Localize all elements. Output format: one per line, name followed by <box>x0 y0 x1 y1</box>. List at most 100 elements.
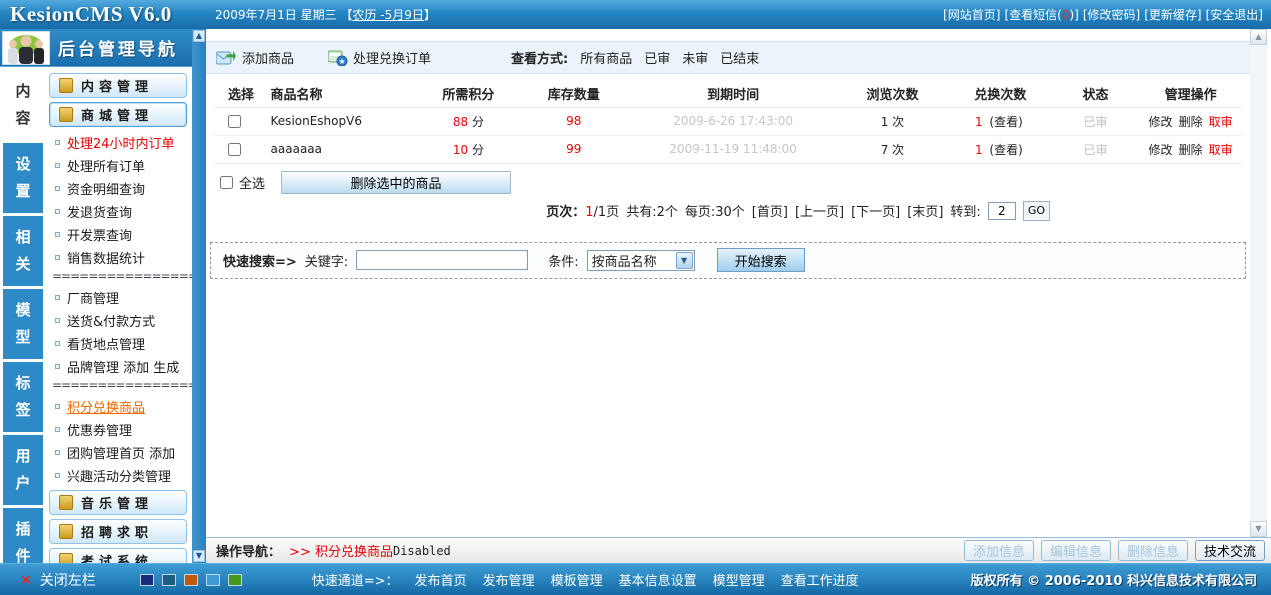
breadcrumb-suffix: Disabled <box>393 544 451 558</box>
splitter-down-arrow-icon[interactable]: ▼ <box>193 550 205 562</box>
site-home-link[interactable]: [网站首页] <box>943 6 1000 23</box>
splitter-up-arrow-icon[interactable]: ▲ <box>193 30 205 42</box>
rail-tab-models[interactable]: 模型 <box>3 289 43 359</box>
change-password-link[interactable]: [修改密码] <box>1083 6 1140 23</box>
lunar-bracket-close: 】 <box>424 8 436 22</box>
quick-link-publish-home[interactable]: 发布首页 <box>415 570 467 589</box>
exam-system-button[interactable]: 考试系统 <box>49 548 187 563</box>
menu-item-all-orders[interactable]: 处理所有订单 <box>46 154 192 177</box>
scroll-down-arrow-icon[interactable]: ▼ <box>1250 521 1267 537</box>
last-page-link[interactable]: [末页] <box>907 201 943 220</box>
lunar-date-link[interactable]: 农历 -5月9日 <box>352 8 423 22</box>
theme-swatch-lightblue[interactable] <box>206 574 220 586</box>
sms-link-close: )] <box>1070 8 1079 22</box>
tech-exchange-button[interactable]: 技术交流 <box>1195 540 1265 561</box>
menu-item-orders-24h[interactable]: 处理24小时内订单 <box>46 131 192 154</box>
row-checkbox[interactable] <box>228 143 241 156</box>
delete-link[interactable]: 删除 <box>1179 115 1203 129</box>
rail-tab-users[interactable]: 用户 <box>3 435 43 505</box>
top-header: KesionCMS V6.0 2009年7月1日 星期三 【农历 -5月9日】 … <box>0 0 1271 29</box>
rail-tab-plugins[interactable]: 插件 <box>3 508 43 563</box>
view-ended-link[interactable]: 已结束 <box>720 48 759 67</box>
first-page-link[interactable]: [首页] <box>752 201 788 220</box>
menu-item-shipping-returns[interactable]: 发退货查询 <box>46 200 192 223</box>
start-search-button[interactable]: 开始搜索 <box>717 248 805 272</box>
menu-item-brand-manage[interactable]: 品牌管理 添加 生成 <box>46 355 192 378</box>
menu-divider: ==================== <box>46 378 192 395</box>
close-sidebar-link[interactable]: 关闭左栏 <box>40 570 96 590</box>
menu-item-invoice-query[interactable]: 开发票查询 <box>46 223 192 246</box>
revoke-approval-link[interactable]: 取审 <box>1209 115 1233 129</box>
view-mode-label: 查看方式: <box>511 48 568 67</box>
sidebar-rail: 内容 设置 相关 模型 标签 用户 插件 <box>0 67 46 563</box>
quick-link-basic-settings[interactable]: 基本信息设置 <box>619 570 697 589</box>
theme-swatch-orange[interactable] <box>184 574 198 586</box>
sidebar-title: 后台管理导航 <box>58 35 178 60</box>
menu-item-delivery-payment[interactable]: 送货&付款方式 <box>46 309 192 332</box>
rail-tab-content[interactable]: 内容 <box>3 70 43 140</box>
theme-swatch-navy[interactable] <box>140 574 154 586</box>
scroll-up-arrow-icon[interactable]: ▲ <box>1250 29 1267 45</box>
edit-link[interactable]: 修改 <box>1149 143 1173 157</box>
add-info-button[interactable]: 添加信息 <box>964 540 1034 561</box>
goto-page-input[interactable] <box>988 202 1016 220</box>
add-product-button[interactable]: 添加商品 <box>216 48 294 67</box>
quick-link-model-manage[interactable]: 模型管理 <box>713 570 765 589</box>
quick-link-work-progress[interactable]: 查看工作进度 <box>781 570 859 589</box>
sms-count-badge: 0 <box>1062 8 1070 22</box>
close-icon[interactable]: × <box>20 572 32 588</box>
theme-swatch-green[interactable] <box>228 574 242 586</box>
svg-text:★: ★ <box>338 57 345 66</box>
exchange-view-link[interactable]: (查看) <box>989 115 1022 129</box>
menu-item-activity-category[interactable]: 兴趣活动分类管理 <box>46 464 192 487</box>
select-all-label[interactable]: 全选 <box>239 173 265 192</box>
main-scrollbar[interactable]: ▲ ▼ <box>1250 29 1267 537</box>
menu-item-groupbuy-manage[interactable]: 团购管理首页 添加 <box>46 441 192 464</box>
quick-link-template-manage[interactable]: 模板管理 <box>551 570 603 589</box>
content-manage-button[interactable]: 内容管理 <box>49 73 187 98</box>
exchange-view-link[interactable]: (查看) <box>989 143 1022 157</box>
menu-item-sales-stats[interactable]: 销售数据统计 <box>46 246 192 269</box>
edit-info-button[interactable]: 编辑信息 <box>1041 540 1111 561</box>
rail-tab-related[interactable]: 相关 <box>3 216 43 286</box>
quick-search-label: 快速搜索=> <box>223 251 297 270</box>
button-label: 招聘求职 <box>81 522 153 541</box>
menu-item-points-exchange[interactable]: 积分兑换商品 <box>46 395 192 418</box>
keyword-input[interactable] <box>356 250 528 270</box>
menu-item-funds-query[interactable]: 资金明细查询 <box>46 177 192 200</box>
sidebar-splitter[interactable]: ▲ ▼ <box>192 29 206 563</box>
view-approved-link[interactable]: 已审 <box>644 48 670 67</box>
rail-tab-labels[interactable]: 标签 <box>3 362 43 432</box>
go-button[interactable]: GO <box>1023 201 1050 221</box>
rail-tab-settings[interactable]: 设置 <box>3 143 43 213</box>
view-unapproved-link[interactable]: 未审 <box>682 48 708 67</box>
job-recruit-button[interactable]: 招聘求职 <box>49 519 187 544</box>
refresh-cache-link[interactable]: [更新缓存] <box>1144 6 1201 23</box>
next-page-link[interactable]: [下一页] <box>851 201 900 220</box>
mall-manage-button[interactable]: 商城管理 <box>49 102 187 127</box>
menu-item-vendor-manage[interactable]: 厂商管理 <box>46 286 192 309</box>
condition-select[interactable]: 按商品名称 ▼ <box>587 250 695 271</box>
view-sms-link[interactable]: [查看短信(0)] <box>1004 6 1078 23</box>
logout-link[interactable]: [安全退出] <box>1206 6 1263 23</box>
delete-link[interactable]: 删除 <box>1179 143 1203 157</box>
revoke-approval-link[interactable]: 取审 <box>1209 143 1233 157</box>
select-all-checkbox[interactable] <box>220 176 233 189</box>
breadcrumb-arrows: >> <box>289 545 311 560</box>
quick-link-publish-manage[interactable]: 发布管理 <box>483 570 535 589</box>
edit-link[interactable]: 修改 <box>1149 115 1173 129</box>
prev-page-link[interactable]: [上一页] <box>795 201 844 220</box>
music-manage-button[interactable]: 音乐管理 <box>49 490 187 515</box>
page-label: 页次： <box>546 205 585 220</box>
note-icon <box>59 495 73 510</box>
menu-item-coupon-manage[interactable]: 优惠券管理 <box>46 418 192 441</box>
delete-info-button[interactable]: 删除信息 <box>1118 540 1188 561</box>
menu-item-viewing-location[interactable]: 看货地点管理 <box>46 332 192 355</box>
bullet-icon <box>55 427 60 432</box>
process-exchange-orders-button[interactable]: ★ 处理兑换订单 <box>328 48 431 67</box>
theme-swatch-teal[interactable] <box>162 574 176 586</box>
note-icon <box>59 107 73 122</box>
delete-selected-button[interactable]: 删除选中的商品 <box>281 171 511 194</box>
view-all-products-link[interactable]: 所有商品 <box>580 48 632 67</box>
row-checkbox[interactable] <box>228 115 241 128</box>
